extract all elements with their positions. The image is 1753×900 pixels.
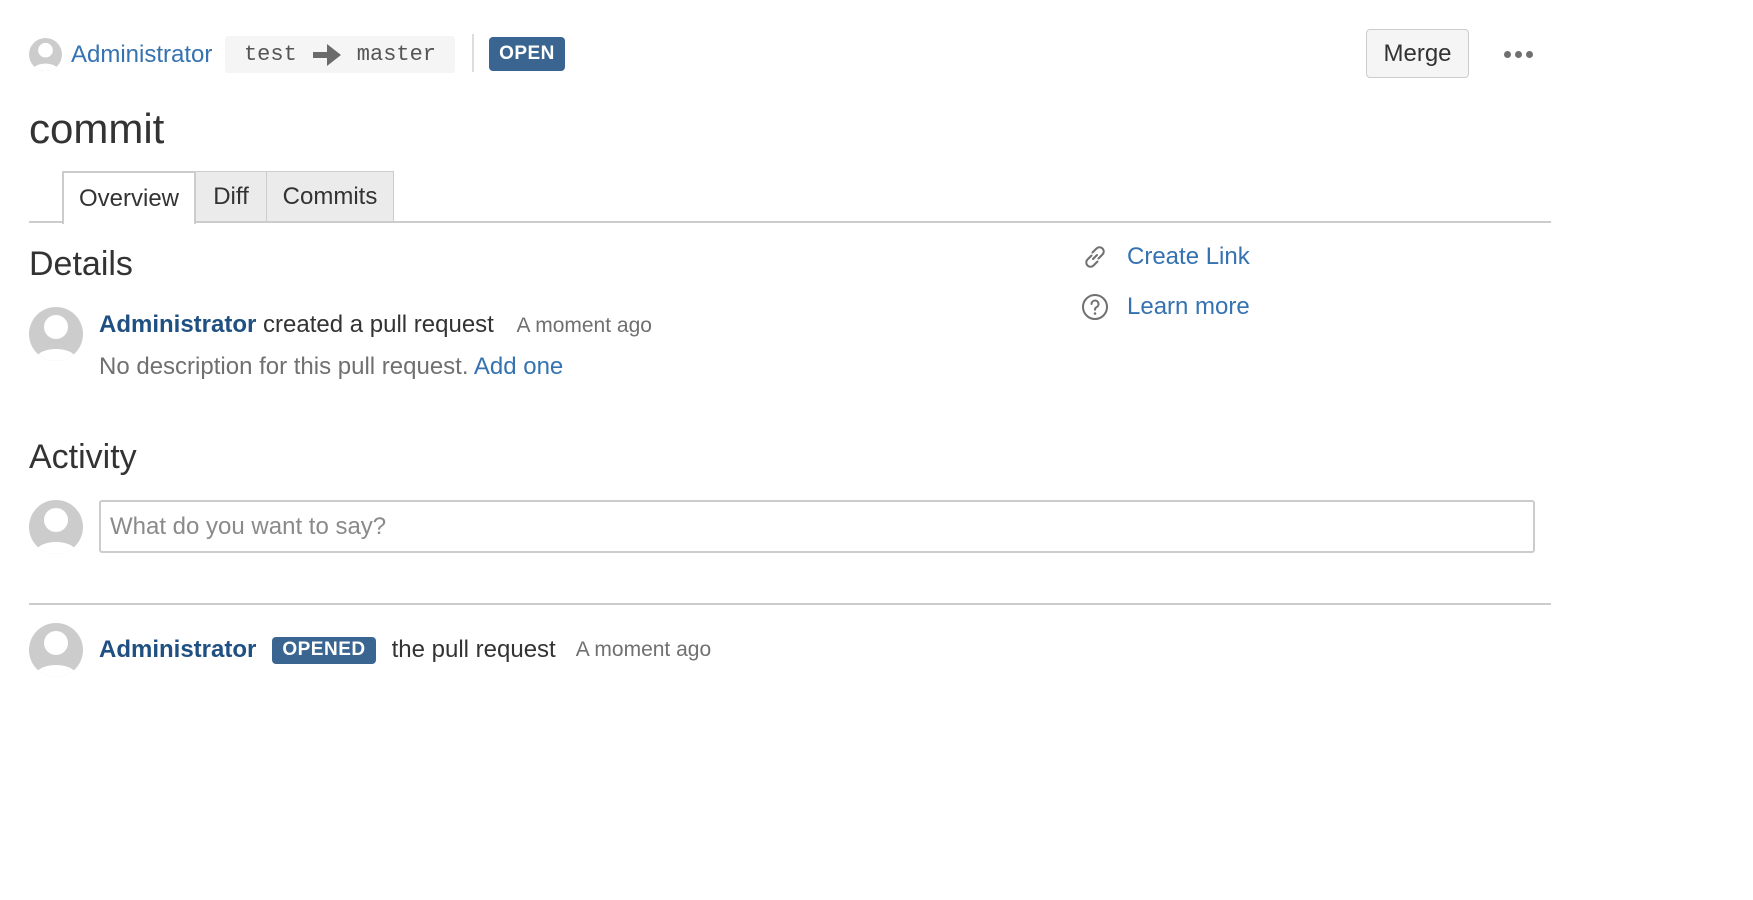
details-created-line: Administrator created a pull request A m… <box>99 309 652 342</box>
page-title: commit <box>29 105 165 152</box>
header-divider <box>472 34 474 72</box>
event-author-link[interactable]: Administrator <box>99 636 256 664</box>
merge-button[interactable]: Merge <box>1366 29 1469 78</box>
avatar[interactable] <box>29 623 83 677</box>
tabs-divider <box>29 221 1551 223</box>
status-badge: OPEN <box>489 37 565 71</box>
details-heading: Details <box>29 245 133 283</box>
tab-commits[interactable]: Commits <box>266 171 394 222</box>
tab-overview[interactable]: Overview <box>62 171 196 224</box>
tab-diff[interactable]: Diff <box>195 171 267 222</box>
source-branch[interactable]: test <box>244 42 297 67</box>
description-line: No description for this pull request. Ad… <box>99 351 563 383</box>
user-icon <box>34 508 78 554</box>
author-avatar[interactable] <box>29 38 62 71</box>
learn-more-label[interactable]: Learn more <box>1127 293 1250 321</box>
question-icon <box>1082 294 1108 320</box>
activity-divider <box>29 603 1551 605</box>
user-icon <box>32 42 59 71</box>
details-author-link[interactable]: Administrator <box>99 311 256 338</box>
comment-input[interactable] <box>99 500 1535 553</box>
create-link-item[interactable]: Create Link <box>1081 241 1250 273</box>
add-description-link[interactable]: Add one <box>474 353 563 380</box>
avatar[interactable] <box>29 307 83 361</box>
link-icon <box>1085 246 1105 268</box>
user-icon <box>34 315 78 361</box>
activity-heading: Activity <box>29 438 137 476</box>
activity-event: Administrator OPENED the pull request A … <box>99 634 711 666</box>
details-time: A moment ago <box>516 314 652 337</box>
target-branch[interactable]: master <box>357 42 436 67</box>
author-link[interactable]: Administrator <box>71 38 212 71</box>
event-text: the pull request <box>391 636 556 663</box>
arrow-right-icon <box>312 43 341 66</box>
description-text: No description for this pull request. <box>99 353 469 380</box>
details-action: created a pull request <box>263 311 494 338</box>
more-actions-icon[interactable] <box>1500 40 1536 68</box>
user-icon <box>34 631 78 677</box>
create-link-label[interactable]: Create Link <box>1127 243 1250 271</box>
avatar[interactable] <box>29 500 83 554</box>
event-time: A moment ago <box>575 638 712 661</box>
branch-info: test master <box>225 36 455 73</box>
opened-badge: OPENED <box>272 636 376 664</box>
learn-more-item[interactable]: Learn more <box>1081 291 1250 323</box>
